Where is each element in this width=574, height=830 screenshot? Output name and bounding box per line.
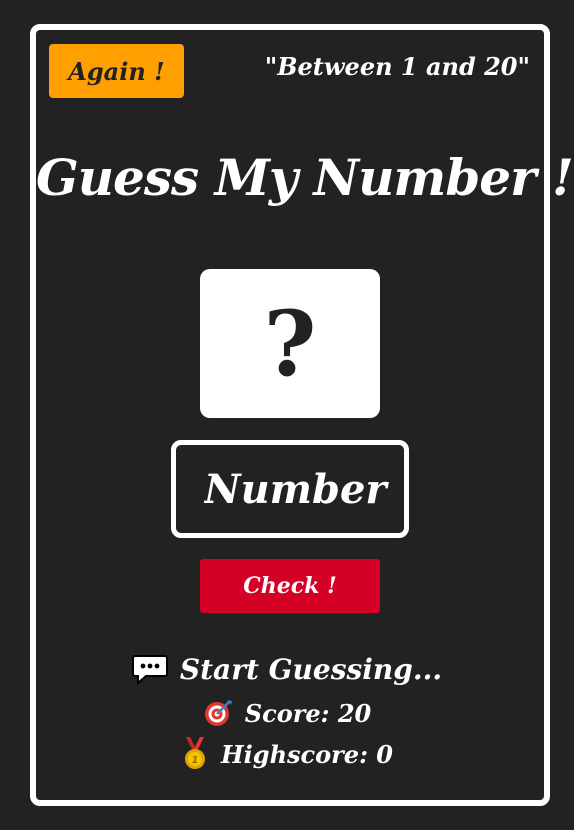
status-message-text: Start Guessing... (179, 652, 443, 686)
secret-number-display: ? (200, 269, 380, 418)
speech-bubble-icon (131, 654, 168, 684)
guess-input[interactable] (171, 440, 409, 538)
again-button[interactable]: Again ! (49, 44, 184, 98)
target-icon (203, 698, 233, 728)
range-hint: "Between 1 and 20" (264, 52, 530, 81)
score-text: Score: 20 (244, 698, 372, 728)
svg-text:1: 1 (192, 755, 199, 766)
highscore-text: Highscore: 0 (221, 739, 393, 769)
score-display: Score: 20 (36, 695, 538, 731)
page-title: Guess My Number ! (36, 148, 574, 207)
medal-icon: 1 (181, 737, 209, 771)
status-message: Start Guessing... (36, 648, 538, 690)
page: Again ! "Between 1 and 20" Guess My Numb… (0, 0, 574, 830)
highscore-display: 1 Highscore: 0 (36, 735, 538, 773)
check-button[interactable]: Check ! (200, 559, 380, 613)
